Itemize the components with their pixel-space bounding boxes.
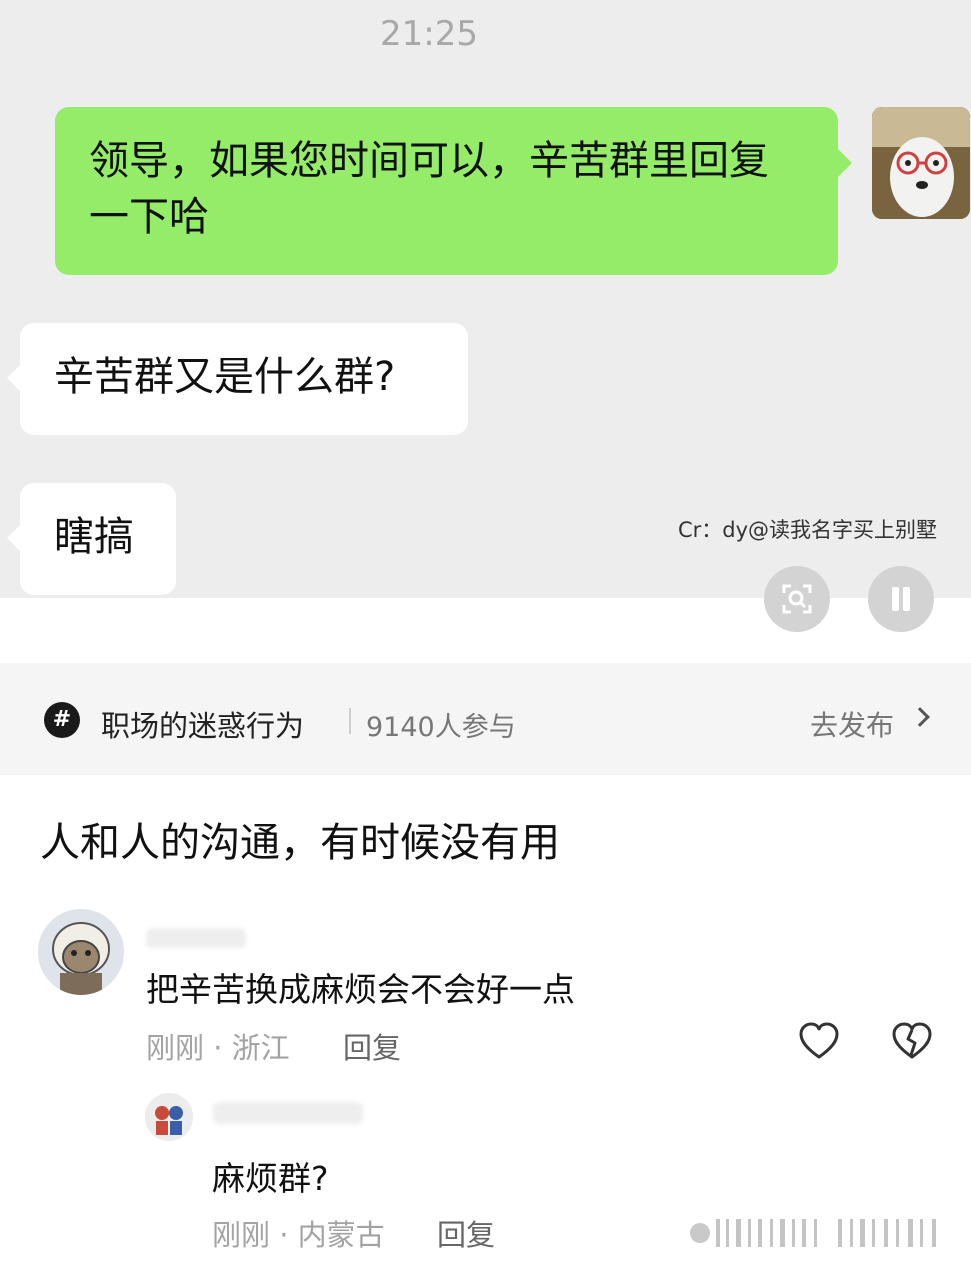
post-caption: 人和人的沟通，有时候没有用 — [40, 820, 560, 866]
comment-location: 浙江 — [231, 1031, 290, 1065]
watermark-bars — [690, 1219, 936, 1247]
divider — [349, 708, 351, 734]
replier-avatar[interactable] — [145, 1093, 193, 1141]
publish-link[interactable]: 去发布 — [810, 704, 894, 744]
comment-meta: 刚刚 · 浙江 — [146, 1025, 290, 1067]
comment-text: 麻烦群? — [212, 1159, 329, 1198]
meta-separator: · — [204, 1031, 232, 1065]
outgoing-message-bubble: 领导，如果您时间可以，辛苦群里回复一下哈 — [55, 107, 852, 275]
reply-button[interactable]: 回复 — [343, 1025, 401, 1067]
commenter-avatar[interactable] — [38, 909, 124, 995]
comment-time: 刚刚 — [146, 1031, 205, 1065]
meta-separator: · — [270, 1218, 298, 1252]
scan-image-button[interactable] — [764, 566, 830, 632]
topic-participant-count: 9140人参与 — [366, 712, 516, 743]
scan-icon — [782, 584, 812, 614]
incoming-message-bubble: 瞎搞 — [7, 483, 176, 595]
broken-heart-icon[interactable] — [891, 1021, 933, 1061]
pause-icon — [892, 587, 899, 611]
reply-button[interactable]: 回复 — [437, 1212, 495, 1254]
incoming-message-bubble: 辛苦群又是什么群? — [7, 323, 468, 435]
pause-button[interactable] — [868, 566, 934, 632]
chat-screenshot: 21:25 领导，如果您时间可以，辛苦群里回复一下哈 辛苦群又是什么群? 瞎搞 … — [0, 0, 971, 598]
image-credit: Cr：dy@读我名字买上别墅 — [678, 518, 938, 542]
comment-meta: 刚刚 · 内蒙古 — [212, 1212, 385, 1254]
blurred-username — [146, 928, 246, 948]
comment-time: 刚刚 — [212, 1218, 271, 1252]
topic-name[interactable]: 职场的迷惑行为 — [101, 703, 304, 745]
blurred-username — [213, 1102, 363, 1124]
comment-location: 内蒙古 — [297, 1218, 385, 1252]
pause-icon — [903, 587, 910, 611]
heart-icon[interactable] — [798, 1021, 840, 1061]
hashtag-icon: # — [44, 702, 80, 738]
comment-text: 把辛苦换成麻烦会不会好一点 — [146, 970, 575, 1009]
chat-timestamp: 21:25 — [380, 14, 478, 54]
sender-avatar — [872, 107, 970, 219]
